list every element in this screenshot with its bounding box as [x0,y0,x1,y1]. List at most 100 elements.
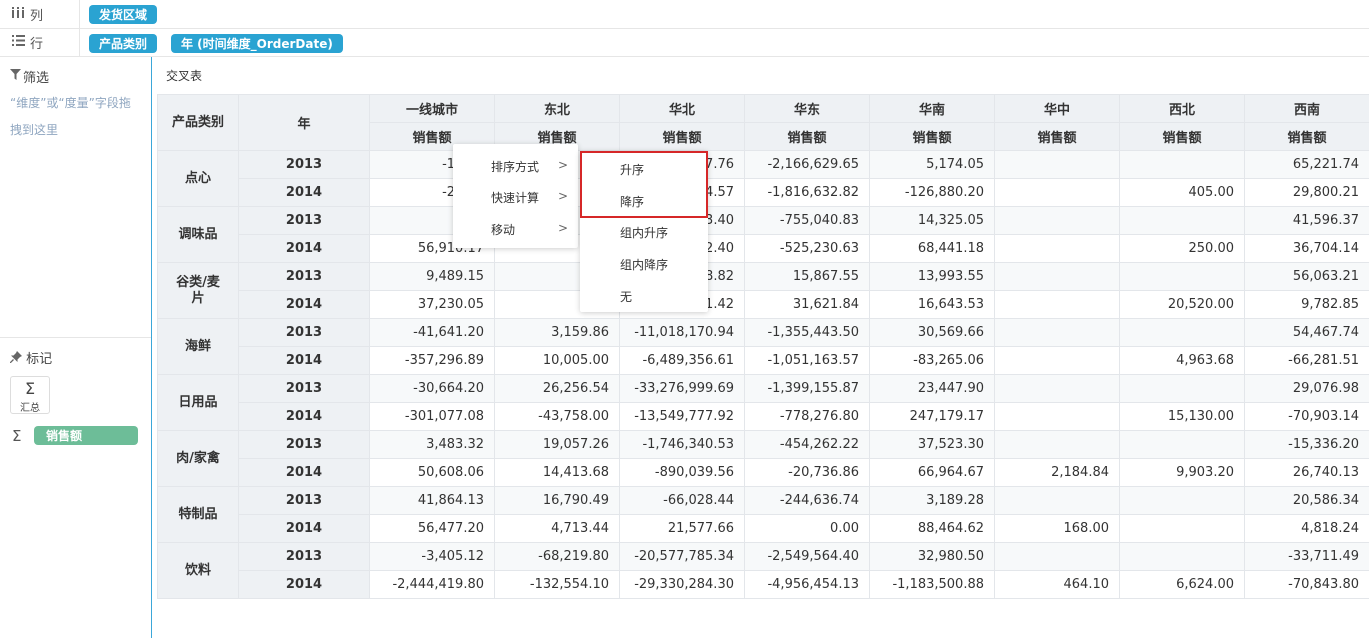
value-cell[interactable] [994,402,1120,431]
value-cell[interactable] [994,542,1120,571]
value-cell[interactable] [994,486,1120,515]
sort-group-descending[interactable]: 组内降序 [580,248,708,280]
measure-header[interactable]: 销售额 [994,122,1120,151]
value-cell[interactable]: 464.10 [994,570,1120,599]
value-cell[interactable]: -778,276.80 [744,402,870,431]
filter-drop-hint[interactable]: “维度”或“度量”字段拖拽到这里 [10,90,135,144]
year-cell[interactable]: 2013 [238,542,370,571]
measure-header[interactable]: 销售额 [744,122,870,151]
value-cell[interactable]: 405.00 [1119,178,1245,207]
measure-header[interactable]: 销售额 [869,122,995,151]
value-cell[interactable]: 56,477.20 [369,514,495,543]
value-cell[interactable]: 4,818.24 [1244,514,1369,543]
value-cell[interactable]: 20,586.34 [1244,486,1369,515]
value-cell[interactable]: 50,608.06 [369,458,495,487]
value-cell[interactable]: 250.00 [1119,234,1245,263]
category-cell[interactable]: 调味品 [157,206,239,263]
value-cell[interactable]: -1,746,340.53 [619,430,745,459]
value-cell[interactable]: -454,262.22 [744,430,870,459]
year-cell[interactable]: 2013 [238,262,370,291]
value-cell[interactable]: 0.00 [744,514,870,543]
year-cell[interactable]: 2014 [238,458,370,487]
value-cell[interactable]: -1,355,443.50 [744,318,870,347]
value-cell[interactable]: 14,413.68 [494,458,620,487]
value-cell[interactable]: 88,464.62 [869,514,995,543]
value-cell[interactable] [1119,374,1245,403]
year-cell[interactable]: 2013 [238,150,370,179]
value-cell[interactable]: -244,636.74 [744,486,870,515]
value-cell[interactable]: -15,336.20 [1244,430,1369,459]
value-cell[interactable]: -83,265.06 [869,346,995,375]
value-cell[interactable] [994,150,1120,179]
value-cell[interactable]: 3,483.32 [369,430,495,459]
value-cell[interactable]: -1,816,632.82 [744,178,870,207]
measure-header[interactable]: 销售额 [619,122,745,151]
value-cell[interactable]: -1,183,500.88 [869,570,995,599]
region-header[interactable]: 西北 [1119,94,1245,123]
value-cell[interactable]: 29,800.21 [1244,178,1369,207]
value-cell[interactable] [1119,514,1245,543]
value-cell[interactable]: 16,643.53 [869,290,995,319]
value-cell[interactable]: 14,325.05 [869,206,995,235]
value-cell[interactable] [994,234,1120,263]
value-cell[interactable]: -1,399,155.87 [744,374,870,403]
value-cell[interactable]: -68,219.80 [494,542,620,571]
value-cell[interactable]: 56,063.21 [1244,262,1369,291]
year-cell[interactable]: 2014 [238,514,370,543]
value-cell[interactable]: 65,221.74 [1244,150,1369,179]
value-cell[interactable] [994,374,1120,403]
shelf-pill-ship-region[interactable]: 发货区域 [89,5,158,24]
value-cell[interactable]: -43,758.00 [494,402,620,431]
year-cell[interactable]: 2013 [238,430,370,459]
value-cell[interactable] [994,430,1120,459]
value-cell[interactable] [1119,430,1245,459]
year-cell[interactable]: 2014 [238,346,370,375]
context-menu-quick-calc[interactable]: 快速计算 > [453,181,578,213]
value-cell[interactable]: -755,040.83 [744,206,870,235]
value-cell[interactable] [1119,318,1245,347]
value-cell[interactable] [1119,150,1245,179]
value-cell[interactable]: 26,740.13 [1244,458,1369,487]
value-cell[interactable]: 5,174.05 [869,150,995,179]
value-cell[interactable]: 9,903.20 [1119,458,1245,487]
region-header[interactable]: 东北 [494,94,620,123]
category-cell[interactable]: 日用品 [157,374,239,431]
value-cell[interactable]: 4,963.68 [1119,346,1245,375]
category-cell[interactable]: 谷类/麦片 [157,262,239,319]
value-cell[interactable] [994,318,1120,347]
year-cell[interactable]: 2013 [238,206,370,235]
value-cell[interactable]: 37,523.30 [869,430,995,459]
value-cell[interactable]: 20,520.00 [1119,290,1245,319]
region-header[interactable]: 华北 [619,94,745,123]
value-cell[interactable] [1119,486,1245,515]
year-cell[interactable]: 2014 [238,402,370,431]
value-cell[interactable]: 26,256.54 [494,374,620,403]
value-cell[interactable]: -1,051,163.57 [744,346,870,375]
value-cell[interactable]: -66,028.44 [619,486,745,515]
value-cell[interactable]: 21,577.66 [619,514,745,543]
year-cell[interactable]: 2014 [238,234,370,263]
shelf-pill-year-orderdate[interactable]: 年 (时间维度_OrderDate) [171,34,343,53]
value-cell[interactable]: 41,596.37 [1244,206,1369,235]
value-cell[interactable]: -132,554.10 [494,570,620,599]
value-cell[interactable]: -33,711.49 [1244,542,1369,571]
value-cell[interactable]: 29,076.98 [1244,374,1369,403]
value-cell[interactable]: -6,489,356.61 [619,346,745,375]
value-cell[interactable]: -525,230.63 [744,234,870,263]
value-cell[interactable]: -13,549,777.92 [619,402,745,431]
value-cell[interactable]: -2,549,564.40 [744,542,870,571]
value-cell[interactable]: 9,489.15 [369,262,495,291]
value-cell[interactable]: -20,577,785.34 [619,542,745,571]
category-cell[interactable]: 海鲜 [157,318,239,375]
category-cell[interactable]: 肉/家禽 [157,430,239,487]
year-cell[interactable]: 2013 [238,374,370,403]
region-header[interactable]: 西南 [1244,94,1369,123]
value-cell[interactable]: -41,641.20 [369,318,495,347]
region-header[interactable]: 华中 [994,94,1120,123]
value-cell[interactable] [994,206,1120,235]
value-cell[interactable]: 30,569.66 [869,318,995,347]
value-cell[interactable]: -4,956,454.13 [744,570,870,599]
value-cell[interactable]: 54,467.74 [1244,318,1369,347]
year-cell[interactable]: 2013 [238,318,370,347]
region-header[interactable]: 华东 [744,94,870,123]
